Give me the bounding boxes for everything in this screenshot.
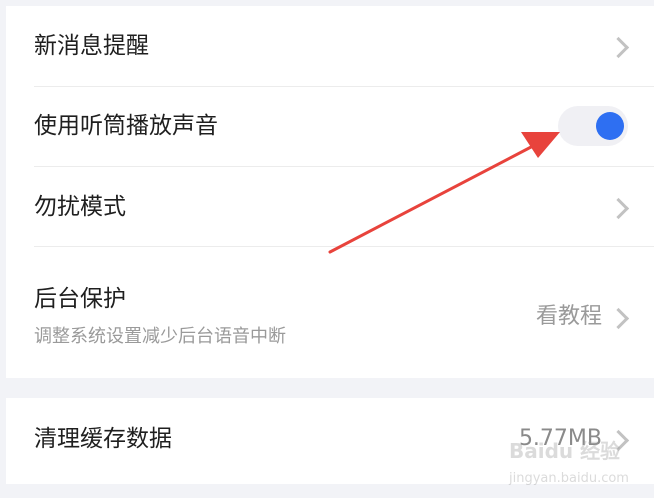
- setting-description: 调整系统设置减少后台语音中断: [34, 326, 286, 347]
- setting-label: 勿扰模式: [34, 194, 126, 220]
- chevron-right-icon: [607, 429, 630, 452]
- chevron-right-icon: [607, 36, 630, 59]
- setting-clear-cache[interactable]: 清理缓存数据 5.77MB: [6, 398, 654, 484]
- setting-background-protection[interactable]: 后台保护 调整系统设置减少后台语音中断 看教程: [6, 247, 654, 378]
- setting-new-message-alert[interactable]: 新消息提醒: [6, 6, 654, 86]
- cache-size-value: 5.77MB: [518, 426, 602, 451]
- settings-card: 新消息提醒 使用听筒播放声音 勿扰模式 后台保护 调整系统设置减少后台语音中断 …: [6, 6, 654, 378]
- setting-earpiece-playback: 使用听筒播放声音: [6, 87, 654, 166]
- setting-label: 后台保护: [34, 286, 126, 312]
- setting-label: 使用听筒播放声音: [34, 113, 218, 139]
- setting-do-not-disturb[interactable]: 勿扰模式: [6, 167, 654, 246]
- chevron-right-icon: [607, 197, 630, 220]
- setting-label: 清理缓存数据: [34, 426, 172, 452]
- setting-label: 新消息提醒: [34, 33, 149, 59]
- earpiece-toggle[interactable]: [558, 106, 628, 146]
- chevron-right-icon: [607, 307, 630, 330]
- storage-card: 清理缓存数据 5.77MB: [6, 398, 654, 484]
- toggle-knob: [596, 112, 624, 140]
- view-tutorial-link[interactable]: 看教程: [536, 302, 602, 332]
